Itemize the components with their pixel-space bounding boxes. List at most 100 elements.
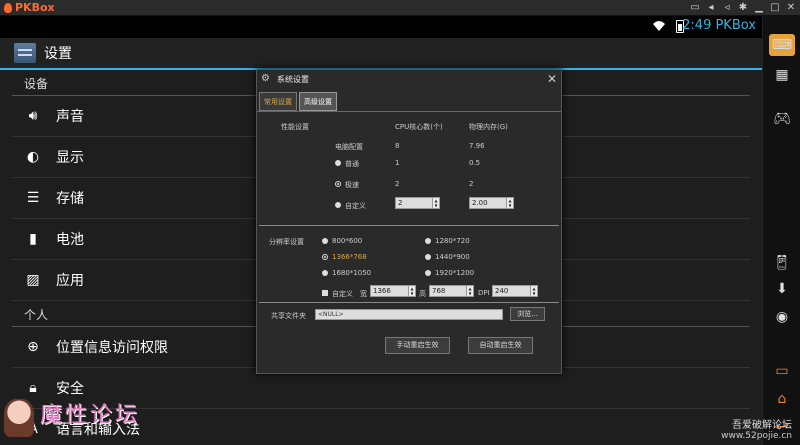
settings-item-label: 显示 (56, 150, 84, 166)
dialog-title: 系统设置 (277, 74, 309, 84)
section-divider (259, 302, 559, 303)
section-divider (259, 225, 559, 226)
settings-item-label: 电池 (56, 232, 84, 248)
share-folder-field[interactable]: <NULL> (315, 309, 503, 320)
res-radio-1440x900[interactable] (425, 254, 431, 260)
res-custom-checkbox[interactable] (322, 290, 328, 296)
res-option-label: 1280*720 (435, 237, 470, 245)
res-radio-1366x768[interactable] (322, 254, 328, 260)
brightness-icon: ◐ (26, 149, 40, 165)
forum-watermark: 魔性论坛 (0, 395, 170, 445)
keyboard-icon[interactable]: ⌨ (769, 34, 795, 56)
res-dpi-label: DPI (478, 289, 490, 297)
gamepad-icon[interactable]: 🎮︎ (769, 108, 795, 130)
gear-icon: ⚙ (261, 73, 270, 84)
dialog-title-bar: ⚙ 系统设置 ✕ (257, 70, 561, 88)
apk-icon[interactable]: ⬇ (769, 278, 795, 300)
spinner-arrows-icon[interactable]: ▲ ▼ (530, 286, 537, 296)
perf-row-label: 极速 (345, 181, 359, 189)
dialog-tabs: 常用设置 高级设置 (259, 92, 337, 112)
memory-column-header: 物理内存(G) (469, 123, 508, 131)
res-option-label: 1680*1050 (332, 269, 372, 277)
res-custom-label: 自定义 (332, 290, 353, 298)
res-radio-1680x1050[interactable] (322, 270, 328, 276)
auto-restart-button[interactable]: 自动重启生效 (468, 337, 533, 354)
storage-icon: ☰ (26, 190, 40, 206)
volume-up-icon[interactable]: ◃ (722, 1, 732, 15)
resolution-section-label: 分辨率设置 (269, 238, 304, 246)
apk-install-icon[interactable]: ▦ (769, 64, 795, 86)
system-settings-dialog: ⚙ 系统设置 ✕ 常用设置 高级设置 性能设置 CPU核心数(个) 物理内存(G… (256, 69, 562, 374)
settings-item-label: 位置信息访问权限 (56, 340, 168, 356)
perf-cpu-value: 1 (395, 159, 400, 167)
close-icon[interactable]: ✕ (547, 72, 557, 86)
gear-icon[interactable]: ✱ (738, 1, 748, 15)
custom-memory-spinner[interactable]: 2.00 ▲ ▼ (469, 197, 514, 209)
perf-row-label: 电脑配置 (335, 143, 363, 151)
perf-mem-value: 7.96 (469, 142, 485, 150)
settings-app-icon[interactable] (14, 43, 36, 63)
res-radio-1280x720[interactable] (425, 238, 431, 244)
action-bar: 设置 (0, 38, 762, 70)
apps-icon: ▨ (26, 272, 40, 288)
share-folder-label: 共享文件夹 (271, 312, 306, 320)
spinner-arrows-icon[interactable]: ▲ ▼ (506, 198, 513, 208)
spinner-value: 2.00 (472, 199, 488, 207)
app-name: PKBox (15, 1, 55, 14)
settings-item-label: 声音 (56, 109, 84, 125)
emulator-title-bar: PKBox ▭ ◂ ◃ ✱ ▁ □ ✕ (0, 0, 800, 16)
manual-restart-button[interactable]: 手动重启生效 (385, 337, 450, 354)
spinner-arrows-icon[interactable]: ▲ ▼ (466, 286, 473, 296)
app-logo: PKBox (4, 1, 55, 14)
tab-general[interactable]: 常用设置 (259, 92, 297, 111)
tab-divider (257, 111, 561, 112)
emulator-side-bar: ⌨ ▦ 🎮︎ 📱︎ ⬇ ◉ ▭ ⌂ ↩ (762, 16, 800, 445)
page-title: 设置 (44, 46, 72, 62)
res-width-label: 宽 (360, 290, 367, 298)
camera-icon[interactable]: ◉ (769, 306, 795, 328)
res-radio-800x600[interactable] (322, 238, 328, 244)
perf-radio-fast[interactable] (335, 181, 341, 187)
res-option-label-selected: 1366*768 (332, 253, 367, 261)
shake-icon[interactable]: 📱︎ (769, 252, 795, 274)
wifi-icon (653, 21, 665, 31)
perf-mem-value: 2 (469, 180, 474, 188)
home-icon[interactable]: ⌂ (769, 388, 795, 410)
spinner-value: 1366 (373, 287, 391, 295)
watermark-logo-text: 魔性论坛 (40, 403, 141, 428)
location-icon: ⊕ (27, 339, 39, 355)
res-dpi-spinner[interactable]: 240 ▲ ▼ (492, 285, 538, 297)
spinner-value: 2 (398, 199, 403, 207)
res-radio-1920x1200[interactable] (425, 270, 431, 276)
perf-radio-custom[interactable] (335, 202, 341, 208)
recent-apps-icon[interactable]: ▭ (769, 360, 795, 382)
spinner-arrows-icon[interactable]: ▲ ▼ (408, 286, 415, 296)
res-option-label: 800*600 (332, 237, 363, 245)
perf-cpu-value: 2 (395, 180, 400, 188)
volume-down-icon[interactable]: ◂ (706, 1, 716, 15)
perf-radio-normal[interactable] (335, 160, 341, 166)
site-url: www.52pojie.cn (721, 431, 792, 441)
res-option-label: 1920*1200 (435, 269, 475, 277)
site-watermark: 吾爱破解论坛 www.52pojie.cn (721, 416, 792, 441)
status-bar: 2:49 PKBox (0, 16, 762, 38)
maximize-icon[interactable]: □ (770, 1, 780, 15)
spinner-arrows-icon[interactable]: ▲ ▼ (432, 198, 439, 208)
avatar (4, 399, 34, 437)
spinner-value: 240 (495, 287, 509, 295)
battery-icon: ▮ (29, 231, 37, 247)
site-name: 吾爱破解论坛 (732, 420, 792, 431)
res-width-spinner[interactable]: 1366 ▲ ▼ (370, 285, 416, 297)
perf-section-label: 性能设置 (281, 123, 309, 131)
tab-advanced[interactable]: 高级设置 (299, 92, 337, 111)
minimize-icon[interactable]: ▁ (754, 1, 764, 15)
close-icon[interactable]: ✕ (786, 1, 796, 15)
cpu-column-header: CPU核心数(个) (395, 123, 443, 131)
settings-item-label: 存储 (56, 191, 84, 207)
settings-item-label: 应用 (56, 273, 84, 289)
folder-icon[interactable]: ▭ (690, 1, 700, 15)
res-option-label: 1440*900 (435, 253, 470, 261)
custom-cpu-spinner[interactable]: 2 ▲ ▼ (395, 197, 440, 209)
res-height-spinner[interactable]: 768 ▲ ▼ (429, 285, 474, 297)
browse-button[interactable]: 浏览... (510, 307, 545, 321)
